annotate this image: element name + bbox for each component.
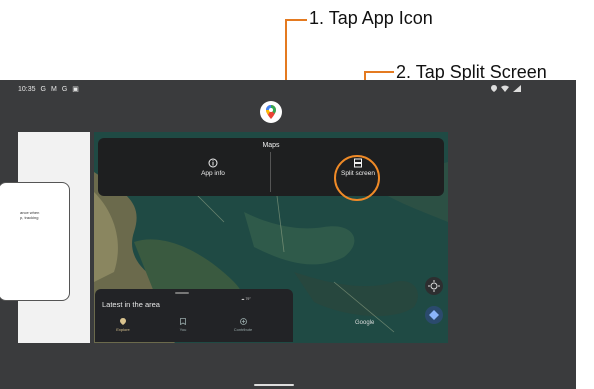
explore-pin-icon [120,318,126,325]
weather-icon: ☁ [241,297,245,301]
weather-temp: 79° [245,297,251,301]
status-icon-box: ▣ [72,86,79,93]
home-gesture-bar[interactable] [254,384,294,386]
left-card-line2: p, tracking [20,215,39,220]
nav-explore[interactable]: Explore [103,318,143,332]
left-card-text: ance when p, tracking [20,210,65,220]
google-attribution: Google [355,320,375,326]
info-icon [208,158,218,168]
status-time: 10:35 [18,85,36,93]
status-icon-g: G [40,85,46,93]
my-location-button[interactable] [425,277,443,295]
my-location-icon [428,280,440,292]
maps-bottom-sheet[interactable]: Latest in the area ☁ 79° Explore You Con… [95,289,293,342]
directions-icon [429,310,439,320]
nav-contribute[interactable]: Contribute [223,318,263,332]
status-icon-g2: G [61,85,68,93]
left-card-panel [0,182,70,301]
app-info-label: App info [201,170,225,177]
nav-explore-label: Explore [116,327,130,332]
nav-you-label: You [179,327,187,332]
annotation-line-2a [364,71,394,73]
location-icon [491,85,497,94]
status-bar: 10:35 G M G ▣ [0,80,576,98]
directions-button[interactable] [425,306,443,324]
weather-chip: ☁ 79° [241,297,261,308]
menu-title: Maps [262,142,280,149]
nav-contribute-label: Contribute [233,327,253,332]
signal-icon [513,85,521,94]
sheet-title: Latest in the area [102,300,160,309]
wifi-icon [501,85,509,94]
annotation-step1: 1. Tap App Icon [309,8,433,28]
status-icon-m: M [50,85,57,93]
maps-pin-icon [266,105,276,119]
sheet-handle[interactable] [175,292,189,294]
app-options-menu: Maps App info Split screen [98,138,444,196]
nav-you[interactable]: You [163,318,203,332]
add-circle-icon [239,318,247,325]
app-info-button[interactable]: App info [153,158,273,192]
split-screen-highlight-ring [334,155,380,201]
maps-app-icon[interactable] [260,101,282,123]
recent-app-card-left[interactable]: ance when p, tracking [0,132,90,343]
bookmark-icon [180,318,186,325]
annotation-line-1a [285,19,307,21]
